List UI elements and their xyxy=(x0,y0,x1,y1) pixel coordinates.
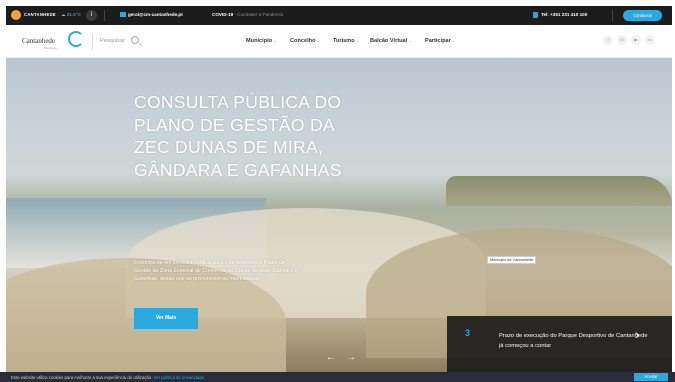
chevron-right-icon[interactable]: › xyxy=(635,326,640,342)
menu-item-balcao-virtual[interactable]: Balcão Virtual⌄ xyxy=(370,38,412,44)
hero-subtitle: Encontra-se em consulta pública até 17 d… xyxy=(134,260,298,282)
search-input[interactable]: Pesquisar xyxy=(100,38,125,44)
facebook-icon[interactable]: f xyxy=(603,35,613,45)
main-header: Cantanhede Município Pesquisar Município… xyxy=(6,25,672,58)
accept-cookies-button[interactable]: Aceitar xyxy=(634,373,668,381)
menu-item-turismo[interactable]: Turismo⌄ xyxy=(333,38,359,44)
hero-title: CONSULTA PÚBLICA DO PLANO DE GESTÃO DA Z… xyxy=(134,92,342,180)
email-link[interactable]: geral@cm-cantanhede.pt xyxy=(128,12,183,17)
news-title[interactable]: Prazo de execução do Parque Desportivo d… xyxy=(499,331,649,351)
logo-icon[interactable] xyxy=(11,10,21,20)
hero-slider: CONSULTA PÚBLICA DO PLANO DE GESTÃO DA Z… xyxy=(6,58,672,372)
info-icon[interactable]: i xyxy=(86,10,97,21)
hero-background-trees xyxy=(446,176,672,206)
logo-subtitle: Município xyxy=(44,46,57,50)
top-bar: CANTANHEDE ☁ 21.5°C i geral@cm-cantanhed… xyxy=(6,6,672,25)
news-number: 3 xyxy=(465,328,471,338)
logo-swirl-icon[interactable] xyxy=(68,31,84,47)
city-label: CANTANHEDE xyxy=(24,12,57,17)
covid-link[interactable]: COVID-19 - Combater a Pandemia xyxy=(212,12,283,17)
divider xyxy=(92,34,93,50)
chevron-down-icon: ⌄ xyxy=(451,38,456,43)
cookie-banner: Este website utiliza cookies para melhor… xyxy=(0,372,675,382)
weather-text: ☁ 21.5°C xyxy=(61,12,81,17)
youtube-icon[interactable]: ▶ xyxy=(631,35,641,45)
menu-item-participar[interactable]: Participar⌄ xyxy=(425,38,456,44)
chevron-down-icon: ⌄ xyxy=(408,38,412,43)
mail-icon xyxy=(120,12,126,17)
arrow-right-icon[interactable]: → xyxy=(342,349,360,367)
divider xyxy=(612,10,613,21)
contact-button[interactable]: Contactos xyxy=(623,10,662,21)
privacy-policy-link[interactable]: Ver política de privacidade xyxy=(154,375,204,380)
chevron-down-icon: ⌄ xyxy=(316,38,321,43)
menu-item-municipio[interactable]: Município⌄ xyxy=(246,38,277,44)
search-icon[interactable] xyxy=(131,36,139,44)
image-credit-tooltip: Município de Cantanhede xyxy=(487,256,537,264)
news-card[interactable]: 3 Prazo de execução do Parque Desportivo… xyxy=(447,316,672,372)
cookie-text: Este website utiliza cookies para melhor… xyxy=(11,375,204,380)
instagram-icon[interactable]: ◎ xyxy=(617,35,627,45)
phone-icon xyxy=(533,12,538,18)
see-more-button[interactable]: Ver Mais xyxy=(134,308,198,329)
arrow-left-icon[interactable]: ← xyxy=(322,349,340,367)
linkedin-icon[interactable]: in xyxy=(645,35,655,45)
chevron-down-icon: ⌄ xyxy=(355,38,360,43)
divider xyxy=(104,10,105,21)
menu-item-concelho[interactable]: Concelho⌄ xyxy=(290,38,320,44)
logo-text[interactable]: Cantanhede xyxy=(22,37,55,45)
phone-link[interactable]: Tel: +351 231 410 100 xyxy=(541,12,587,17)
chevron-down-icon: ⌄ xyxy=(273,38,277,43)
